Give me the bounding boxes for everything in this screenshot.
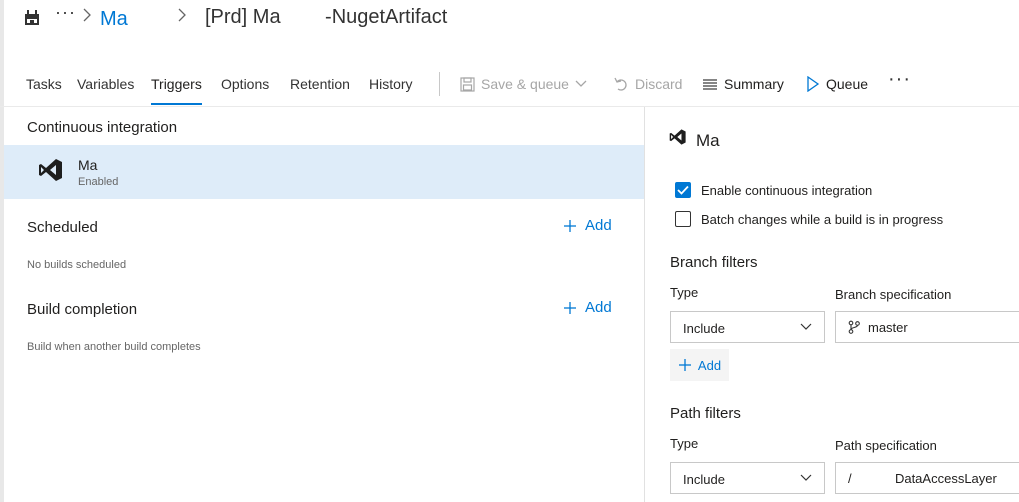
add-build-completion-button[interactable]: Add [563,299,612,316]
breadcrumb: ··· Ma [Prd] Ma -NugetArtifact [0,0,1019,40]
chevron-right-icon [178,8,186,22]
ci-trigger-item[interactable]: Ma Enabled [4,145,644,199]
batch-changes-checkbox[interactable] [675,211,691,227]
chevron-right-icon [83,8,91,22]
ci-section-title: Continuous integration [27,119,178,136]
add-branch-filter-label: Add [697,357,722,373]
enable-ci-checkbox-row[interactable]: Enable continuous integration [675,182,872,198]
enable-ci-label: Enable continuous integration [701,182,873,198]
pipeline-icon[interactable] [24,8,40,26]
path-spec-input[interactable]: / DataAccessLayer [835,462,1019,494]
ci-trigger-name: Ma [78,157,98,173]
undo-icon [614,77,627,91]
chevron-down-icon [575,80,587,87]
tab-triggers[interactable]: Triggers [151,76,202,92]
toolbar-separator [439,72,440,96]
scheduled-section-title: Scheduled [27,219,98,236]
summary-label: Summary [724,76,784,92]
queue-button[interactable]: Queue [806,76,868,92]
branch-icon [848,320,860,334]
path-type-label: Type [670,436,699,451]
chevron-down-icon [800,474,812,481]
branch-type-value: Include [683,321,725,336]
enable-ci-checkbox[interactable] [675,182,691,198]
branch-filters-title: Branch filters [670,254,758,271]
add-schedule-button[interactable]: Add [563,217,612,234]
checkmark-icon [677,185,689,195]
ci-trigger-status: Enabled [78,176,119,188]
branch-type-dropdown[interactable]: Include [670,311,825,343]
path-spec-value: / DataAccessLayer [848,470,997,486]
trigger-details-title: Ma [696,131,720,150]
visual-studio-icon [39,159,62,181]
build-completion-description: Build when another build completes [27,341,201,353]
path-spec-label: Path specification [835,438,937,453]
add-branch-filter-button[interactable]: Add [670,349,729,381]
plus-icon [564,219,576,232]
more-actions-button[interactable]: ··· [888,68,911,91]
save-queue-button[interactable]: Save & queue [460,76,587,92]
tab-history[interactable]: History [369,76,413,92]
no-schedules-text: No builds scheduled [27,259,127,271]
tab-variables[interactable]: Variables [77,76,134,92]
list-icon [703,79,717,90]
pipeline-title[interactable]: [Prd] Ma -NugetArtifact [205,6,447,29]
branch-spec-value: master [868,319,908,335]
summary-button[interactable]: Summary [702,76,784,92]
visual-studio-icon [669,129,686,145]
discard-label: Discard [635,76,683,92]
breadcrumb-overflow-button[interactable]: ··· [55,2,76,23]
active-tab-indicator [151,103,202,105]
build-completion-section-title: Build completion [27,301,138,318]
save-icon [460,76,475,92]
save-queue-label: Save & queue [481,76,569,92]
tab-tasks[interactable]: Tasks [26,76,62,92]
path-type-dropdown[interactable]: Include [670,462,825,494]
triggers-list-pane: Continuous integration Ma Enabled Schedu… [4,107,644,502]
batch-changes-checkbox-row[interactable]: Batch changes while a build is in progre… [675,211,943,227]
batch-changes-label: Batch changes while a build is in progre… [701,211,944,227]
discard-button[interactable]: Discard [613,76,682,92]
tab-options[interactable]: Options [221,76,269,92]
play-icon [807,76,820,92]
plus-icon [564,301,576,314]
breadcrumb-project-link[interactable]: Ma [100,8,128,31]
add-build-completion-label: Add [585,299,612,316]
branch-spec-label: Branch specification [835,287,952,302]
plus-icon [678,359,691,371]
path-filters-title: Path filters [670,405,741,422]
trigger-details-pane: Ma Enable continuous integration Batch c… [645,107,1019,502]
path-type-value: Include [683,472,725,487]
branch-spec-input[interactable]: master [835,311,1019,343]
tab-retention[interactable]: Retention [290,76,350,92]
branch-type-label: Type [670,285,699,300]
tab-bar: Tasks Variables Triggers Options Retenti… [0,64,1019,106]
queue-label: Queue [826,76,869,92]
chevron-down-icon [800,323,812,330]
add-schedule-label: Add [585,217,612,234]
